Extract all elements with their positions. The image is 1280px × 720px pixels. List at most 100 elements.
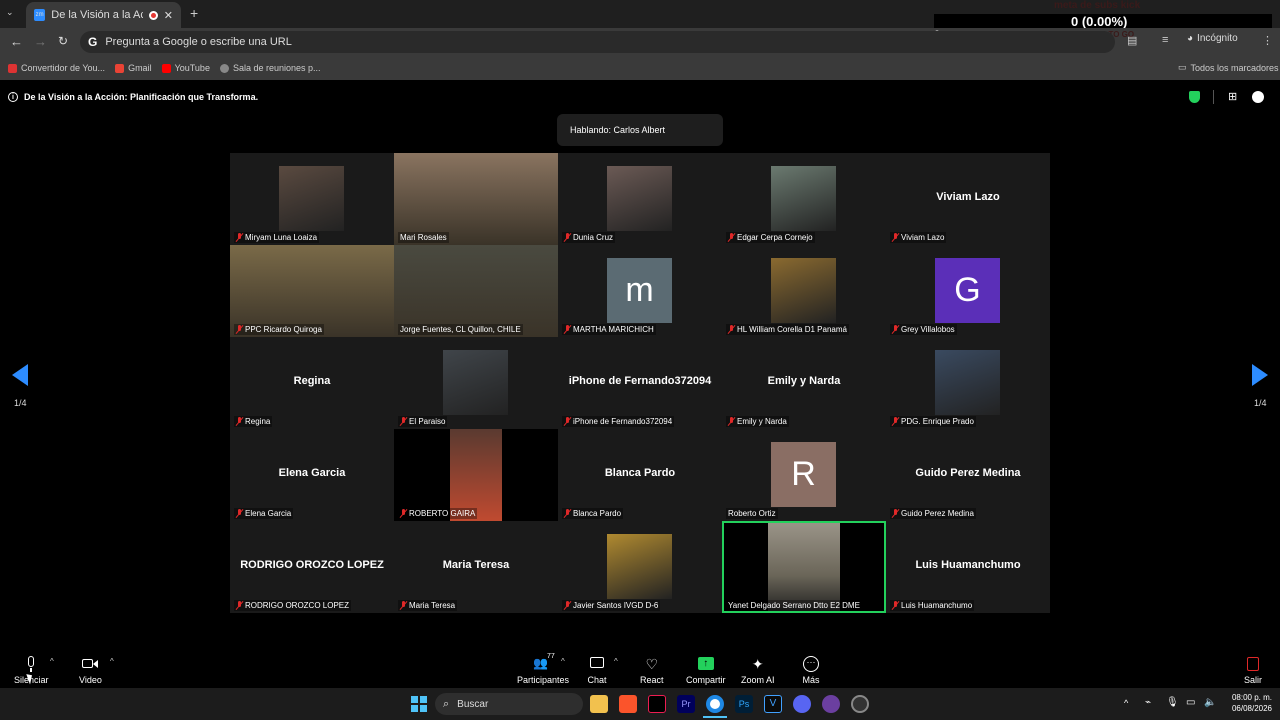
participant-avatar: G (935, 258, 1000, 323)
overlay-value: 0 (0.00%) (1071, 14, 1128, 29)
reload-icon[interactable]: ↻ (58, 34, 68, 48)
participant-tile[interactable]: Miryam Luna Loaiza (230, 153, 394, 245)
react-button[interactable]: ♡ React (640, 656, 664, 685)
incognito-label: Incógnito (1197, 33, 1238, 44)
participant-tile[interactable]: Jorge Fuentes, CL Quillon, CHILE (394, 245, 558, 337)
participant-tile[interactable]: Javier Santos IVGD D-6 (558, 521, 722, 613)
participant-tile[interactable]: Regina Regina (230, 337, 394, 429)
participant-tile[interactable]: R Roberto Ortiz (722, 429, 886, 521)
grid-view-icon[interactable]: ⊞ (1228, 90, 1237, 103)
participant-tile[interactable]: G Grey Villalobos (886, 245, 1050, 337)
tab-close-icon[interactable]: ✕ (164, 9, 173, 22)
participant-tile[interactable]: Edgar Cerpa Cornejo (722, 153, 886, 245)
info-icon[interactable]: i (8, 92, 18, 102)
tab-search-icon[interactable]: ≡ (1162, 34, 1168, 46)
participant-name: Edgar Cerpa Cornejo (737, 233, 813, 242)
incognito-badge[interactable]: ◕ Incógnito (1187, 33, 1238, 44)
participant-name: PDG. Enrique Prado (901, 417, 974, 426)
browser-menu-icon[interactable]: ⋮ (1262, 34, 1273, 47)
bookmark-item[interactable]: Gmail (115, 63, 152, 73)
folder-icon: ▭ (1178, 62, 1187, 72)
bookmark-item[interactable]: Convertidor de You... (8, 63, 105, 73)
chat-chevron-icon[interactable]: ^ (614, 657, 618, 666)
brave-icon[interactable] (619, 695, 637, 713)
participant-tile[interactable]: PDG. Enrique Prado (886, 337, 1050, 429)
tiktok-icon[interactable] (648, 695, 666, 713)
participant-tile[interactable]: Elena Garcia Elena Garcia (230, 429, 394, 521)
network-icon[interactable]: ⌁ (1145, 697, 1151, 708)
premiere-icon[interactable]: Pr (677, 695, 695, 713)
forward-arrow-icon[interactable]: → (34, 34, 47, 49)
muted-mic-icon (236, 601, 243, 610)
muted-mic-icon (892, 417, 899, 426)
share-button[interactable]: ↑ Compartir (686, 656, 726, 685)
volume-icon[interactable]: 🔈 (1204, 697, 1216, 708)
leave-label: Salir (1243, 675, 1262, 685)
tray-monitor-icon[interactable]: ▭ (1186, 697, 1195, 708)
extensions-icon[interactable]: ▤ (1127, 34, 1137, 47)
participant-tile[interactable]: Blanca Pardo Blanca Pardo (558, 429, 722, 521)
participant-tile[interactable]: ROBERTO GAIRA (394, 429, 558, 521)
zoom-apps-icon[interactable] (1252, 91, 1264, 103)
participants-chevron-icon[interactable]: ^ (561, 657, 565, 666)
tab-list-chevron-icon[interactable]: ⌄ (6, 7, 14, 18)
vegas-icon[interactable]: V (764, 695, 782, 713)
participant-tile[interactable]: iPhone de Fernando372094 iPhone de Fernan… (558, 337, 722, 429)
participant-tile[interactable]: Mari Rosales (394, 153, 558, 245)
participant-tile[interactable]: HL William Corella D1 Panamá (722, 245, 886, 337)
file-explorer-icon[interactable] (590, 695, 608, 713)
participant-tile[interactable]: Yanet Delgado Serrano Dtto E2 DME (722, 521, 886, 613)
participant-tile[interactable]: Viviam Lazo Viviam Lazo (886, 153, 1050, 245)
muted-mic-icon (892, 325, 899, 334)
participant-tile[interactable]: Dunia Cruz (558, 153, 722, 245)
taskbar-search[interactable]: ⌕ Buscar (435, 693, 583, 715)
clock-time: 08:00 p. m. (1231, 693, 1272, 702)
taskbar-clock[interactable]: 08:00 p. m. 06/08/2026 (1222, 692, 1272, 714)
shield-icon[interactable] (1189, 91, 1200, 103)
leave-button[interactable]: Salir (1243, 656, 1263, 685)
participant-label: Regina (234, 416, 273, 427)
more-button[interactable]: ··· Más (801, 656, 821, 685)
obs-icon[interactable] (851, 695, 869, 713)
bookmark-item[interactable]: YouTube (161, 63, 210, 73)
participant-tile[interactable]: El Paraiso (394, 337, 558, 429)
participant-name: Maria Teresa (409, 601, 456, 610)
participant-tile[interactable]: Maria Teresa Maria Teresa (394, 521, 558, 613)
new-tab-button[interactable]: + (190, 5, 198, 21)
previous-page-arrow-icon[interactable] (12, 364, 28, 386)
participant-tile[interactable]: Emily y Narda Emily y Narda (722, 337, 886, 429)
muted-mic-icon (892, 601, 899, 610)
all-bookmarks-button[interactable]: ▭ Todos los marcadores (1178, 62, 1279, 73)
video-button[interactable]: Video (79, 656, 102, 685)
video-options-chevron-icon[interactable]: ^ (110, 657, 114, 666)
participant-video (768, 523, 840, 611)
omnibox[interactable]: G Pregunta a Google o escribe una URL (80, 31, 1115, 53)
windows-start-icon[interactable] (411, 696, 427, 712)
tab-title: De la Visión a la Acción: Pla (51, 9, 144, 21)
bookmark-item[interactable]: Sala de reuniones p... (219, 63, 321, 73)
tray-chevron-icon[interactable]: ^ (1124, 698, 1128, 708)
participant-name-display: Viviam Lazo (936, 191, 1000, 203)
chrome-icon[interactable] (706, 695, 724, 713)
participant-label: Javier Santos IVGD D-6 (562, 600, 661, 611)
next-page-arrow-icon[interactable] (1252, 364, 1268, 386)
participant-tile[interactable]: Guido Perez Medina Guido Perez Medina (886, 429, 1050, 521)
tray-microphone-icon[interactable]: 🎙 (1166, 697, 1179, 708)
audio-options-chevron-icon[interactable]: ^ (50, 657, 54, 666)
photoshop-icon[interactable]: Ps (735, 695, 753, 713)
participant-photo (443, 350, 508, 415)
discord-icon[interactable] (793, 695, 811, 713)
participant-photo (935, 350, 1000, 415)
participant-tile[interactable]: Luis Huamanchumo Luis Huamanchumo (886, 521, 1050, 613)
participant-name: Elena Garcia (245, 509, 292, 518)
participant-tile[interactable]: m MARTHA MARICHICH (558, 245, 722, 337)
participant-name-display: Regina (293, 375, 331, 387)
zoom-ai-button[interactable]: ✦ Zoom AI (741, 656, 775, 685)
browser-tab[interactable]: zm De la Visión a la Acción: Pla ✕ (26, 2, 181, 28)
meeting-title: De la Visión a la Acción: Planificación … (24, 92, 259, 102)
chat-button[interactable]: Chat (587, 656, 607, 685)
back-arrow-icon[interactable]: ← (10, 34, 23, 49)
app-icon[interactable] (822, 695, 840, 713)
participant-tile[interactable]: PPC Ricardo Quiroga (230, 245, 394, 337)
participant-tile[interactable]: RODRIGO OROZCO LOPEZ RODRIGO OROZCO LOPEZ (230, 521, 394, 613)
